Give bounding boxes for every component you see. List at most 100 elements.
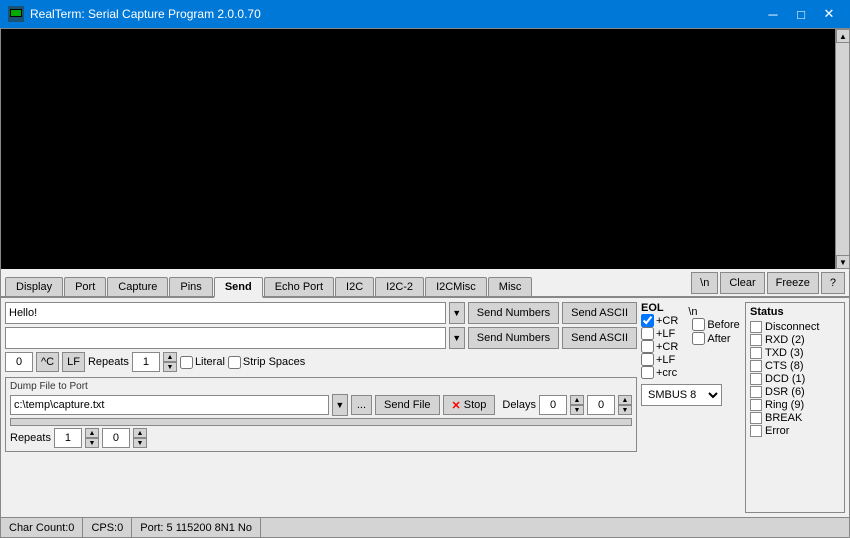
dsr-checkbox[interactable] [750, 386, 762, 398]
status-txd: TXD (3) [750, 347, 840, 359]
send-numbers-2-button[interactable]: Send Numbers [468, 327, 559, 349]
newline-button[interactable]: \n [691, 272, 718, 294]
delay-2-input[interactable] [587, 395, 615, 415]
status-cts: CTS (8) [750, 360, 840, 372]
send-numbers-1-button[interactable]: Send Numbers [468, 302, 559, 324]
options-row: ^C LF Repeats ▲ ▼ Literal Strip Spaces [5, 352, 637, 372]
scroll-up-button[interactable]: ▲ [836, 29, 850, 43]
repeats-up-button[interactable]: ▲ [163, 352, 177, 362]
tab-i2c[interactable]: I2C [335, 277, 374, 296]
break-checkbox[interactable] [750, 412, 762, 424]
help-button[interactable]: ? [821, 272, 845, 294]
eol-cr-1-checkbox[interactable] [641, 314, 654, 327]
tab-actions: \n Clear Freeze ? [691, 272, 845, 296]
strip-spaces-checkbox[interactable] [228, 356, 241, 369]
dump-file-input[interactable] [10, 395, 329, 415]
tab-send[interactable]: Send [214, 277, 263, 298]
ring-checkbox[interactable] [750, 399, 762, 411]
status-error: Error [750, 425, 840, 437]
after-checkbox[interactable] [692, 332, 705, 345]
disconnect-checkbox[interactable] [750, 321, 762, 333]
tab-display[interactable]: Display [5, 277, 63, 296]
repeats-down-button[interactable]: ▼ [163, 362, 177, 372]
send-ascii-1-button[interactable]: Send ASCII [562, 302, 637, 324]
send-input-2-dropdown[interactable]: ▼ [449, 327, 465, 349]
repeats-input[interactable] [132, 352, 160, 372]
error-checkbox[interactable] [750, 425, 762, 437]
port-text: Port: 5 115200 8N1 No [140, 522, 252, 534]
tab-port[interactable]: Port [64, 277, 106, 296]
disconnect-button[interactable]: Disconnect [765, 321, 819, 333]
eol-cr-1[interactable]: +CR [641, 314, 678, 327]
delay-1-spinner: ▲ ▼ [570, 395, 584, 415]
smbus-select[interactable]: SMBUS 8 SMBUS 16 I2C [641, 384, 722, 406]
send-input-2[interactable] [5, 327, 446, 349]
tab-pins[interactable]: Pins [169, 277, 212, 296]
repeats-2-up-button[interactable]: ▲ [85, 428, 99, 438]
stop-label: Stop [464, 399, 487, 411]
strip-spaces-checkbox-label[interactable]: Strip Spaces [228, 356, 305, 369]
ctrl-c-button[interactable]: ^C [36, 352, 59, 372]
scroll-down-button[interactable]: ▼ [836, 255, 850, 269]
send-input-1-dropdown[interactable]: ▼ [449, 302, 465, 324]
dump-file-dropdown[interactable]: ▼ [332, 394, 348, 416]
eol-lf-1[interactable]: +LF [641, 327, 678, 340]
eol-crc[interactable]: +crc [641, 366, 678, 379]
literal-checkbox[interactable] [180, 356, 193, 369]
after-option[interactable]: After [692, 332, 739, 345]
lf-button[interactable]: LF [62, 352, 85, 372]
before-checkbox[interactable] [692, 318, 705, 331]
eol-lf-2[interactable]: +LF [641, 353, 678, 366]
dump-section: Dump File to Port ▼ ... Send File ✕ Stop… [5, 377, 637, 452]
browse-button[interactable]: ... [351, 395, 372, 415]
tab-i2cmisc[interactable]: I2CMisc [425, 277, 487, 296]
repeats-3-down-button[interactable]: ▼ [133, 438, 147, 448]
dcd-checkbox[interactable] [750, 373, 762, 385]
eol-cr-2[interactable]: +CR [641, 340, 678, 353]
window-controls: ─ □ ✕ [760, 4, 842, 24]
delay-1-down-button[interactable]: ▼ [570, 405, 584, 415]
before-label: Before [707, 319, 739, 331]
before-option[interactable]: Before [692, 318, 739, 331]
maximize-button[interactable]: □ [788, 4, 814, 24]
close-button[interactable]: ✕ [816, 4, 842, 24]
status-break: BREAK [750, 412, 840, 424]
rxd-label: RXD (2) [765, 334, 805, 346]
status-disconnect-item: Disconnect [750, 321, 840, 333]
send-input-1[interactable] [5, 302, 446, 324]
eol-cr-2-checkbox[interactable] [641, 340, 654, 353]
dcd-label: DCD (1) [765, 373, 805, 385]
freeze-button[interactable]: Freeze [767, 272, 819, 294]
delay-2-down-button[interactable]: ▼ [618, 405, 632, 415]
repeats-2-input[interactable] [54, 428, 82, 448]
delay-2-up-button[interactable]: ▲ [618, 395, 632, 405]
nl-title: \n [688, 306, 739, 318]
literal-checkbox-label[interactable]: Literal [180, 356, 225, 369]
terminal-scrollbar[interactable]: ▲ ▼ [835, 29, 849, 269]
eol-crc-checkbox[interactable] [641, 366, 654, 379]
clear-button[interactable]: Clear [720, 272, 764, 294]
tab-capture[interactable]: Capture [107, 277, 168, 296]
repeats-3-input[interactable] [102, 428, 130, 448]
tab-misc[interactable]: Misc [488, 277, 533, 296]
send-ascii-2-button[interactable]: Send ASCII [562, 327, 637, 349]
stop-button[interactable]: ✕ Stop [443, 395, 496, 415]
eol-lf-1-checkbox[interactable] [641, 327, 654, 340]
eol-lf-2-checkbox[interactable] [641, 353, 654, 366]
small-value-input[interactable] [5, 352, 33, 372]
terminal-display: ▲ ▼ [1, 29, 849, 269]
cts-checkbox[interactable] [750, 360, 762, 372]
delay-1-input[interactable] [539, 395, 567, 415]
repeats-2-label: Repeats [10, 432, 51, 444]
txd-checkbox[interactable] [750, 347, 762, 359]
tab-echo-port[interactable]: Echo Port [264, 277, 334, 296]
title-bar: RealTerm: Serial Capture Program 2.0.0.7… [0, 0, 850, 28]
eol-cr-2-label: +CR [656, 341, 678, 353]
rxd-checkbox[interactable] [750, 334, 762, 346]
repeats-3-up-button[interactable]: ▲ [133, 428, 147, 438]
delay-1-up-button[interactable]: ▲ [570, 395, 584, 405]
minimize-button[interactable]: ─ [760, 4, 786, 24]
repeats-2-down-button[interactable]: ▼ [85, 438, 99, 448]
tab-i2c2[interactable]: I2C-2 [375, 277, 424, 296]
send-file-button[interactable]: Send File [375, 395, 439, 415]
